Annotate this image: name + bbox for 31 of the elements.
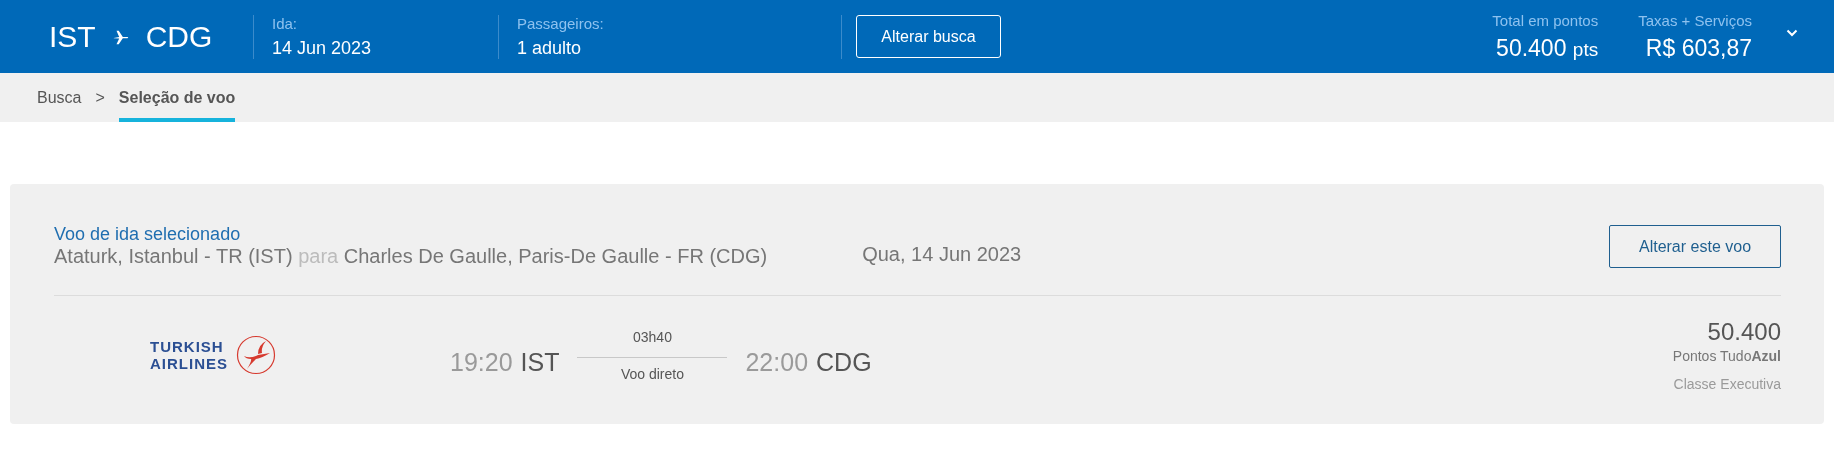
date-label: Ida: [272, 14, 299, 32]
bird-logo-icon [236, 335, 276, 375]
points-unit: pts [1572, 38, 1599, 60]
passengers-value: 1 adulto [517, 37, 583, 59]
departure-airport: IST [520, 347, 560, 377]
airline-logo-text: AIRLINES [150, 355, 228, 372]
change-search-button[interactable]: Alterar busca [856, 15, 1001, 58]
change-flight-button[interactable]: Alterar este voo [1609, 225, 1781, 268]
arrival-airport: CDG [816, 347, 872, 377]
breadcrumb-link[interactable]: Busca [37, 73, 82, 122]
price-points: 50.400 [1707, 318, 1781, 346]
points-program-text: Pontos TudoAzul [1672, 348, 1781, 364]
breadcrumb-separator: > [95, 88, 105, 107]
origin-code: IST [49, 19, 96, 54]
points-label: Total em pontos [1492, 11, 1599, 29]
flight-duration: 03h40 [633, 328, 672, 345]
flight-date: Qua, 14 Jun 2023 [862, 243, 1022, 266]
cabin-class: Classe Executiva [1673, 376, 1781, 392]
airline-logo-text: TURKISH [150, 338, 225, 355]
stops-text: Voo direto [620, 365, 684, 382]
points-value: 50.400 [1496, 34, 1567, 61]
arrival-time: 22:00 [745, 347, 809, 377]
fees-label: Taxas + Serviços [1638, 11, 1752, 29]
passengers-label: Passageiros: [517, 14, 605, 32]
breadcrumb-link[interactable]: Seleção de voo [118, 73, 236, 122]
chevron-icon[interactable] [1786, 28, 1798, 37]
date-value: 14 Jun 2023 [272, 37, 373, 59]
destination-code: CDG [145, 19, 213, 54]
fees-value: R$ 603,87 [1645, 34, 1752, 62]
departure-time: 19:20 [450, 347, 513, 377]
card-title: Voo de ida selecionado [54, 223, 242, 245]
